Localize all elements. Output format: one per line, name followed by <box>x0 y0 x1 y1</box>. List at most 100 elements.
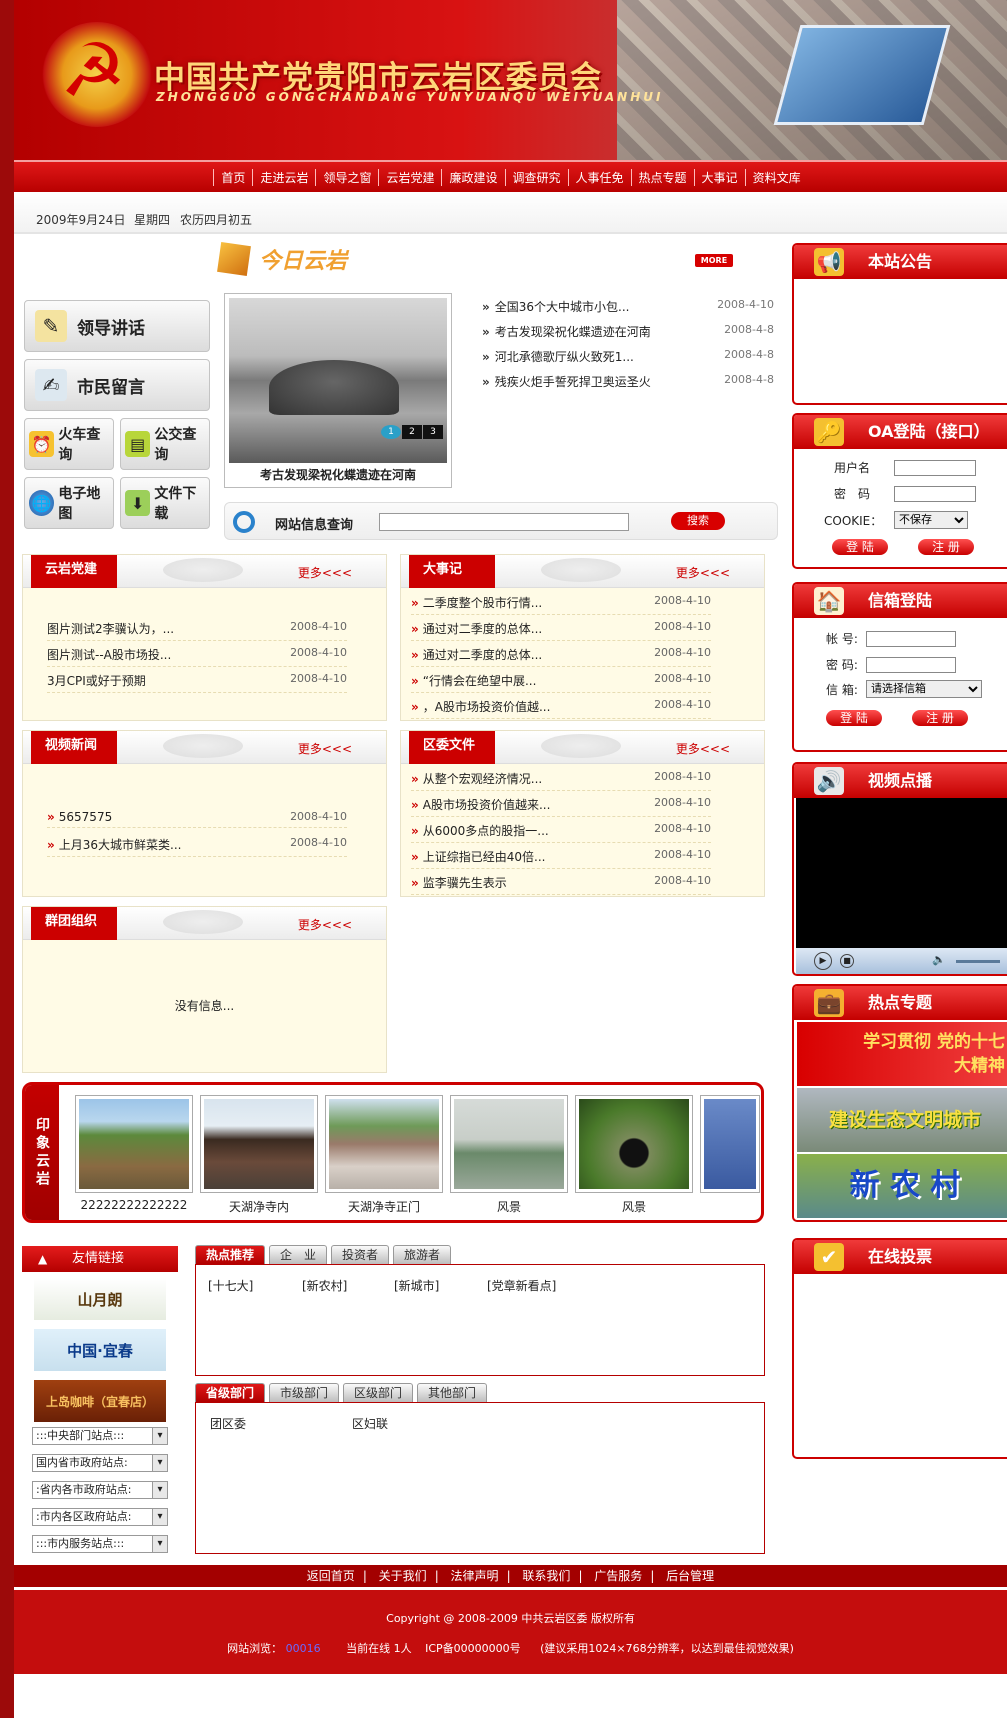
events-more-link[interactable]: 更多<<< <box>676 564 730 581</box>
list-item[interactable]: 从6000多点的股指一...2008-4-10 <box>411 822 711 843</box>
documents-more-link[interactable]: 更多<<< <box>676 740 730 757</box>
list-item[interactable]: 河北承德歌厅纵火致死1...2008-4-8 <box>482 348 774 365</box>
nav-research[interactable]: 调查研究 <box>504 168 568 186</box>
search-button[interactable]: 搜索 <box>671 512 725 530</box>
tab-other[interactable]: 其他部门 <box>417 1383 488 1402</box>
list-item[interactable]: 56575752008-4-10 <box>47 810 347 828</box>
list-item[interactable]: “行情会在绝望中展...2008-4-10 <box>411 672 711 693</box>
list-item[interactable]: ，A股市场投资价值越...2008-4-10 <box>411 698 711 719</box>
topic-banner[interactable]: 新 农 村 <box>797 1154 1007 1218</box>
dept-link[interactable]: 区妇联 <box>352 1415 388 1432</box>
keyword-link[interactable]: [新农村] <box>302 1277 347 1294</box>
list-item[interactable]: 3月CPI或好于预期 2008-4-10 <box>47 672 347 693</box>
friend-logo[interactable]: 上岛咖啡（宜春店） <box>34 1380 166 1422</box>
footer-admin-link[interactable]: 后台管理 <box>658 1569 722 1583</box>
list-item[interactable]: 图片测试--A股市场投... 2008-4-10 <box>47 646 347 667</box>
keyword-link[interactable]: [十七大] <box>208 1277 253 1294</box>
tab-hot[interactable]: 热点推荐 <box>195 1245 266 1264</box>
mailbox-select[interactable]: 请选择信箱 <box>866 680 982 698</box>
leader-speech-button[interactable]: ✎ 领导讲话 <box>24 300 210 352</box>
list-item[interactable]: 全国36个大中城市小包...2008-4-10 <box>482 298 774 315</box>
gov-site-select[interactable]: 国内省市政府站点: <box>32 1454 168 1472</box>
gallery-caption[interactable]: 天湖净寺内 <box>200 1198 318 1215</box>
oa-login-button[interactable]: 登 陆 <box>832 539 888 555</box>
central-dept-select[interactable]: :::中央部门站点::: <box>32 1427 168 1445</box>
footer-home-link[interactable]: 返回首页 <box>299 1569 363 1583</box>
map-button[interactable]: 🌐 电子地图 <box>24 477 114 529</box>
topic-banner[interactable]: 学习贯彻 党的十七大精神 <box>797 1022 1007 1086</box>
list-item[interactable]: 图片测试2李骥认为，... 2008-4-10 <box>47 620 347 641</box>
nav-integrity[interactable]: 廉政建设 <box>441 168 504 186</box>
volume-icon[interactable]: 🔈 <box>932 953 946 966</box>
nav-library[interactable]: 资料文库 <box>744 168 808 186</box>
footer-about-link[interactable]: 关于我们 <box>371 1569 435 1583</box>
gallery-caption[interactable]: 天湖净寺正门 <box>325 1198 443 1215</box>
nav-personnel[interactable]: 人事任免 <box>567 168 631 186</box>
bus-query-button[interactable]: ▤ 公交查询 <box>120 418 210 470</box>
nav-events[interactable]: 大事记 <box>693 168 745 186</box>
citizen-message-button[interactable]: ✍ 市民留言 <box>24 359 210 411</box>
nav-leaders[interactable]: 领导之窗 <box>315 168 378 186</box>
tab-district[interactable]: 区级部门 <box>343 1383 414 1402</box>
friend-logo[interactable]: 中国·宜春 <box>34 1329 166 1371</box>
topic-banner[interactable]: 建设生态文明城市 <box>797 1088 1007 1152</box>
mail-register-button[interactable]: 注 册 <box>912 710 968 726</box>
list-item[interactable]: 残疾火炬手誓死捍卫奥运圣火2008-4-8 <box>482 373 774 390</box>
list-item[interactable]: A股市场投资价值越来...2008-4-10 <box>411 796 711 817</box>
party-more-link[interactable]: 更多<<< <box>298 564 352 581</box>
groups-more-link[interactable]: 更多<<< <box>298 916 352 933</box>
list-item[interactable]: 通过对二季度的总体...2008-4-10 <box>411 620 711 641</box>
keyword-link[interactable]: [党章新看点] <box>487 1277 556 1294</box>
keyword-link[interactable]: [新城市] <box>394 1277 439 1294</box>
mail-account-input[interactable] <box>866 630 956 647</box>
list-item[interactable]: 监李骥先生表示2008-4-10 <box>411 874 711 895</box>
gallery-photo[interactable] <box>700 1095 760 1193</box>
gallery-caption[interactable]: 风景 <box>450 1198 568 1215</box>
tab-city[interactable]: 市级部门 <box>269 1383 340 1402</box>
tab-provincial[interactable]: 省级部门 <box>195 1383 266 1402</box>
nav-topics[interactable]: 热点专题 <box>630 168 694 186</box>
gallery-caption[interactable]: 风景 <box>575 1198 693 1215</box>
oa-username-input[interactable] <box>894 459 976 476</box>
list-item[interactable]: 考古发现梁祝化蝶遗迹在河南2008-4-8 <box>482 323 774 340</box>
tab-tourist[interactable]: 旅游者 <box>393 1245 452 1264</box>
service-site-select[interactable]: :::市内服务站点::: <box>32 1535 168 1553</box>
nav-party[interactable]: 云岩党建 <box>378 168 441 186</box>
footer-contact-link[interactable]: 联系我们 <box>514 1569 578 1583</box>
video-news-more-link[interactable]: 更多<<< <box>298 740 352 757</box>
mail-password-input[interactable] <box>866 656 956 673</box>
oa-password-input[interactable] <box>894 485 976 502</box>
gallery-photo[interactable] <box>575 1095 693 1193</box>
volume-slider[interactable] <box>956 960 1000 963</box>
pager-2[interactable]: 2 <box>402 425 422 439</box>
pager-3[interactable]: 3 <box>423 425 443 439</box>
tab-investor[interactable]: 投资者 <box>331 1245 390 1264</box>
today-more-button[interactable]: MORE <box>695 254 733 267</box>
dept-link[interactable]: 团区委 <box>210 1415 246 1432</box>
photo-caption[interactable]: 考古发现梁祝化蝶遗迹在河南 <box>225 466 451 483</box>
play-icon[interactable]: ▶ <box>814 952 832 970</box>
video-player[interactable] <box>796 798 1007 948</box>
list-item[interactable]: 从整个宏观经济情况...2008-4-10 <box>411 770 711 791</box>
list-item[interactable]: 上证综指已经由40倍...2008-4-10 <box>411 848 711 869</box>
stop-icon[interactable]: ■ <box>840 954 854 968</box>
mail-login-button[interactable]: 登 陆 <box>826 710 882 726</box>
province-site-select[interactable]: :省内各市政府站点: <box>32 1481 168 1499</box>
headline-photo[interactable]: 1 2 3 考古发现梁祝化蝶遗迹在河南 <box>224 293 452 488</box>
oa-register-button[interactable]: 注 册 <box>918 539 974 555</box>
nav-home[interactable]: 首页 <box>213 168 252 186</box>
district-site-select[interactable]: :市内各区政府站点: <box>32 1508 168 1526</box>
train-query-button[interactable]: ⏰ 火车查询 <box>24 418 114 470</box>
gallery-caption[interactable]: 22222222222222 <box>75 1198 193 1212</box>
gallery-photo[interactable] <box>75 1095 193 1193</box>
download-button[interactable]: ⬇ 文件下载 <box>120 477 210 529</box>
list-item[interactable]: 通过对二季度的总体...2008-4-10 <box>411 646 711 667</box>
gallery-photo[interactable] <box>325 1095 443 1193</box>
pager-1[interactable]: 1 <box>381 425 401 439</box>
search-input[interactable] <box>379 513 629 531</box>
tab-enterprise[interactable]: 企 业 <box>269 1245 328 1264</box>
gallery-photo[interactable] <box>200 1095 318 1193</box>
footer-ads-link[interactable]: 广告服务 <box>586 1569 650 1583</box>
nav-about[interactable]: 走进云岩 <box>252 168 315 186</box>
list-item[interactable]: 二季度整个股市行情...2008-4-10 <box>411 594 711 615</box>
